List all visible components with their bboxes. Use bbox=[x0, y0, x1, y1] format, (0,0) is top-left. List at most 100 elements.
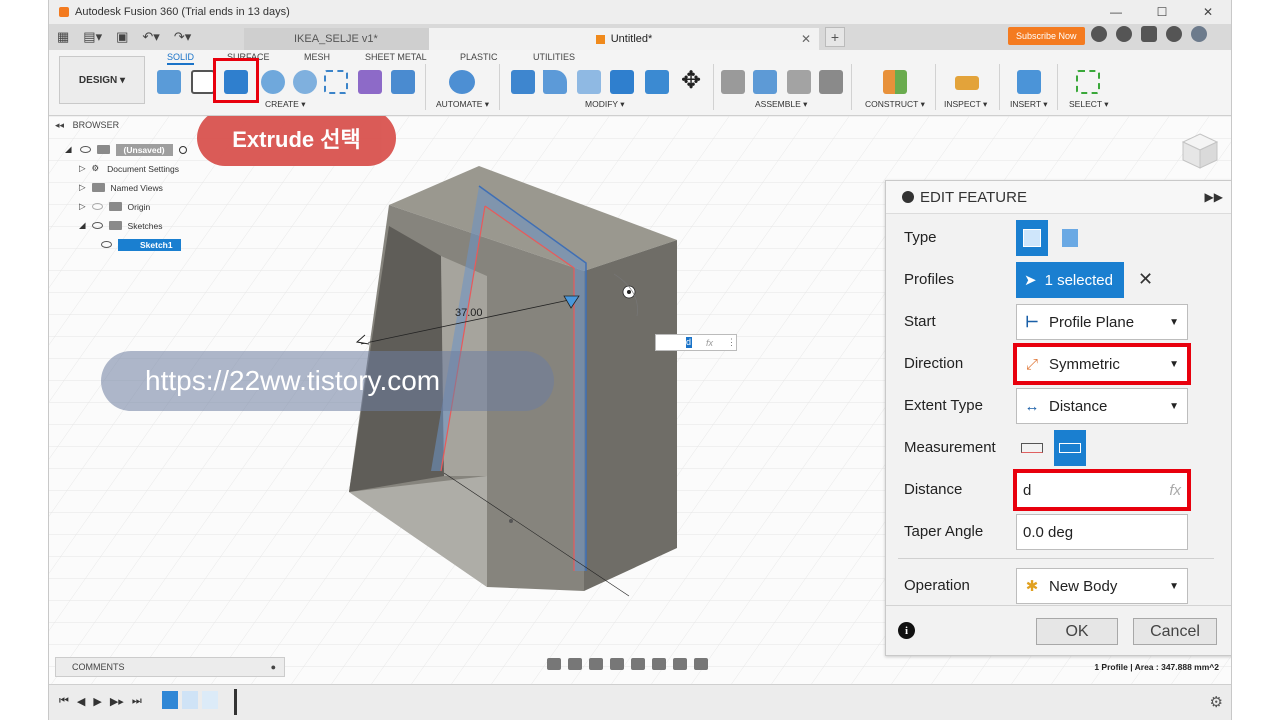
automate-icon[interactable] bbox=[449, 70, 475, 94]
display-settings-icon[interactable] bbox=[652, 658, 666, 670]
form-icon[interactable] bbox=[358, 70, 382, 94]
select-icon[interactable] bbox=[1076, 70, 1100, 94]
insert-group-label[interactable]: INSERT ▾ bbox=[1010, 99, 1048, 110]
extensions-icon[interactable] bbox=[1091, 26, 1107, 42]
save-icon[interactable]: ▣ bbox=[116, 29, 128, 45]
subscribe-button[interactable]: Subscribe Now bbox=[1008, 27, 1085, 45]
add-comment-icon[interactable]: ● bbox=[271, 662, 276, 672]
select-group-label[interactable]: SELECT ▾ bbox=[1069, 99, 1109, 110]
tab-ikea-selje[interactable]: IKEA_SELJE v1* bbox=[244, 28, 429, 50]
automate-group-label[interactable]: AUTOMATE ▾ bbox=[436, 99, 489, 110]
inspect-group-label[interactable]: INSPECT ▾ bbox=[944, 99, 987, 110]
profiles-select-button[interactable]: ➤ 1 selected bbox=[1016, 262, 1124, 298]
hole-icon[interactable] bbox=[293, 70, 317, 94]
dim-input-value[interactable]: d bbox=[686, 337, 692, 348]
rigid-group-icon[interactable] bbox=[819, 70, 843, 94]
tab-plastic[interactable]: PLASTIC bbox=[460, 52, 498, 62]
go-to-start-icon[interactable]: ⏮ bbox=[59, 695, 69, 708]
tab-sheet-metal[interactable]: SHEET METAL bbox=[365, 52, 427, 62]
gear-icon[interactable]: ⚙ bbox=[1210, 693, 1223, 711]
split-body-icon[interactable] bbox=[645, 70, 669, 94]
ok-button[interactable]: OK bbox=[1036, 618, 1118, 645]
fx-icon[interactable]: fx bbox=[706, 338, 713, 348]
create-group-label[interactable]: CREATE ▾ bbox=[265, 99, 305, 110]
timeline-extrude-feature[interactable] bbox=[182, 691, 198, 709]
new-tab-button[interactable]: + bbox=[825, 27, 845, 47]
cancel-button[interactable]: Cancel bbox=[1133, 618, 1217, 645]
timeline-feature[interactable] bbox=[202, 691, 218, 709]
measure-icon[interactable] bbox=[955, 76, 979, 90]
insert-image-icon[interactable] bbox=[1017, 70, 1041, 94]
construct-plane-icon[interactable] bbox=[883, 70, 907, 94]
joint-icon[interactable] bbox=[753, 70, 777, 94]
timeline-marker[interactable] bbox=[234, 689, 237, 715]
workspace-switcher[interactable]: DESIGN ▾ bbox=[59, 56, 145, 104]
combine-icon[interactable] bbox=[610, 70, 634, 94]
expand-icon[interactable]: ◢ bbox=[79, 220, 86, 231]
collapse-icon[interactable]: ◂◂ bbox=[55, 120, 64, 130]
as-built-joint-icon[interactable] bbox=[787, 70, 811, 94]
avatar[interactable] bbox=[1191, 26, 1207, 42]
new-component-assemble-icon[interactable] bbox=[721, 70, 745, 94]
new-component-icon[interactable] bbox=[157, 70, 181, 94]
expand-icon[interactable]: ◢ bbox=[65, 144, 72, 155]
tab-mesh[interactable]: MESH bbox=[304, 52, 330, 62]
close-tab-icon[interactable]: ✕ bbox=[801, 32, 811, 46]
tree-item-document-settings[interactable]: ▷ ⚙ Document Settings bbox=[65, 159, 187, 178]
create-sketch-icon[interactable] bbox=[191, 70, 215, 94]
operation-select[interactable]: ✱ New Body ▼ bbox=[1016, 568, 1188, 604]
redo-icon[interactable]: ↷▾ bbox=[174, 29, 191, 45]
activate-radio-icon[interactable] bbox=[178, 145, 187, 154]
tab-solid[interactable]: SOLID bbox=[167, 52, 195, 65]
eye-icon[interactable] bbox=[101, 241, 112, 248]
eye-icon[interactable] bbox=[79, 146, 91, 153]
tree-item-named-views[interactable]: ▷ Named Views bbox=[65, 178, 187, 197]
expand-icon[interactable]: ▷ bbox=[79, 163, 86, 174]
press-pull-icon[interactable] bbox=[511, 70, 535, 94]
eye-icon[interactable] bbox=[91, 222, 103, 229]
step-forward-icon[interactable]: ▶▸ bbox=[110, 695, 124, 708]
start-select[interactable]: ⊢ Profile Plane ▼ bbox=[1016, 304, 1188, 340]
minimize-button[interactable]: — bbox=[1093, 0, 1139, 24]
pattern-icon[interactable] bbox=[324, 70, 348, 94]
assemble-group-label[interactable]: ASSEMBLE ▾ bbox=[755, 99, 807, 110]
grid-settings-icon[interactable] bbox=[673, 658, 687, 670]
clear-selection-icon[interactable]: ✕ bbox=[1138, 269, 1153, 290]
tree-item-sketches[interactable]: ◢ Sketches bbox=[65, 216, 187, 235]
type-thin-button[interactable] bbox=[1054, 220, 1086, 256]
derive-icon[interactable] bbox=[391, 70, 415, 94]
orbit-icon[interactable] bbox=[547, 658, 561, 670]
shell-icon[interactable] bbox=[577, 70, 601, 94]
measurement-side-button[interactable] bbox=[1016, 430, 1048, 466]
play-icon[interactable]: ▶ bbox=[93, 695, 101, 708]
notifications-icon[interactable] bbox=[1141, 26, 1157, 42]
close-window-button[interactable]: ✕ bbox=[1185, 0, 1231, 24]
construct-group-label[interactable]: CONSTRUCT ▾ bbox=[865, 99, 925, 110]
grid-menu-icon[interactable]: ▦ bbox=[57, 29, 69, 45]
modify-group-label[interactable]: MODIFY ▾ bbox=[585, 99, 625, 110]
look-at-icon[interactable] bbox=[568, 658, 582, 670]
help-icon[interactable] bbox=[1166, 26, 1182, 42]
panel-header[interactable]: EDIT FEATURE ▶▶ bbox=[886, 181, 1231, 214]
timeline-sketch-feature[interactable] bbox=[162, 691, 178, 709]
taper-input[interactable]: 0.0 deg bbox=[1016, 514, 1188, 550]
more-options-icon[interactable]: ⋮ bbox=[727, 337, 736, 348]
extent-select[interactable]: ↔ Distance ▼ bbox=[1016, 388, 1188, 424]
expand-icon[interactable]: ▷ bbox=[79, 201, 86, 212]
eye-hidden-icon[interactable] bbox=[91, 203, 103, 210]
tab-utilities[interactable]: UTILITIES bbox=[533, 52, 575, 62]
expand-icon[interactable]: ▷ bbox=[79, 182, 86, 193]
job-status-icon[interactable] bbox=[1116, 26, 1132, 42]
view-cube[interactable] bbox=[1179, 130, 1221, 172]
undo-icon[interactable]: ↶▾ bbox=[142, 29, 159, 45]
fit-icon[interactable] bbox=[631, 658, 645, 670]
expand-panel-icon[interactable]: ▶▶ bbox=[1205, 190, 1223, 204]
tab-untitled[interactable]: Untitled* ✕ bbox=[429, 28, 819, 50]
type-solid-button[interactable] bbox=[1016, 220, 1048, 256]
distance-manipulator-input[interactable]: d fx ⋮ bbox=[655, 334, 737, 351]
zoom-icon[interactable] bbox=[610, 658, 624, 670]
revolve-icon[interactable] bbox=[261, 70, 285, 94]
go-to-end-icon[interactable]: ⏭ bbox=[132, 695, 142, 708]
comments-bar[interactable]: COMMENTS ● bbox=[55, 657, 285, 677]
tree-item-origin[interactable]: ▷ Origin bbox=[65, 197, 187, 216]
